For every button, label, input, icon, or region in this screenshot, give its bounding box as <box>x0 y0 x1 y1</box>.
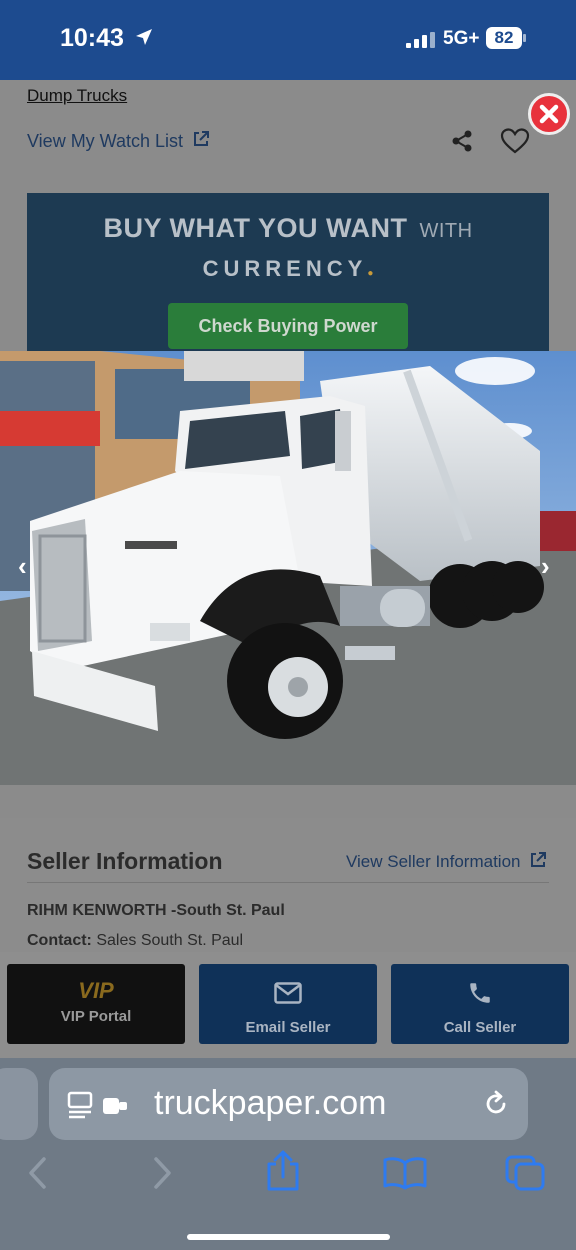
bookmarks-icon[interactable] <box>382 1156 428 1190</box>
watch-list-link[interactable]: View My Watch List <box>27 130 210 152</box>
close-icon <box>539 104 559 124</box>
page-menu-icon[interactable] <box>67 1090 131 1120</box>
banner-headline: BUY WHAT YOU WANT WITH <box>27 213 549 244</box>
forward-icon[interactable] <box>150 1156 174 1190</box>
url-text: truckpaper.com <box>154 1084 387 1122</box>
banner-with-text: WITH <box>419 220 473 242</box>
home-indicator <box>187 1234 390 1240</box>
photo-prev-arrow[interactable]: ‹ <box>18 551 27 582</box>
vip-portal-button[interactable]: VIP VIP Portal <box>7 964 185 1044</box>
check-buying-power-button[interactable]: Check Buying Power <box>168 303 408 349</box>
view-seller-info-label: View Seller Information <box>346 852 521 871</box>
contact-label: Contact: <box>27 932 92 949</box>
banner-headline-text: BUY WHAT YOU WANT <box>103 213 408 243</box>
clock: 10:43 <box>60 24 124 52</box>
address-bar[interactable]: truckpaper.com <box>49 1068 528 1140</box>
previous-tab-preview[interactable] <box>0 1068 38 1140</box>
email-seller-label: Email Seller <box>245 1019 331 1036</box>
back-icon[interactable] <box>26 1156 50 1190</box>
breadcrumb-dump-trucks[interactable]: Dump Trucks <box>27 86 127 106</box>
kenworth-dump-truck-image <box>0 351 576 785</box>
seller-information-section: Seller Information View Seller Informati… <box>0 818 576 953</box>
email-seller-button[interactable]: Email Seller <box>199 964 377 1044</box>
watch-list-label: View My Watch List <box>27 131 184 151</box>
vip-logo-icon: VIP <box>78 978 114 1003</box>
signal-bars-icon <box>406 32 435 48</box>
status-bar: 10:43 5G+ 82 <box>0 0 576 80</box>
tabs-icon[interactable] <box>504 1154 546 1192</box>
heart-icon[interactable] <box>500 127 530 155</box>
contact-value: Sales South St. Paul <box>96 932 244 949</box>
view-seller-info-link[interactable]: View Seller Information <box>346 851 547 872</box>
seller-contact: Contact: Sales South St. Paul <box>27 932 243 950</box>
photo-next-arrow[interactable]: › <box>541 551 550 582</box>
currency-logo: CURRENCY● <box>27 256 549 282</box>
external-link-icon <box>193 131 209 146</box>
browser-toolbar: truckpaper.com <box>0 1058 576 1250</box>
call-seller-button[interactable]: Call Seller <box>391 964 569 1044</box>
seller-action-bar: VIP VIP Portal Email Seller Call Seller <box>0 952 576 1058</box>
close-gallery-button[interactable] <box>528 93 570 135</box>
phone-icon <box>470 983 490 1003</box>
external-link-icon <box>531 852 547 867</box>
network-type: 5G+ <box>443 28 480 49</box>
envelope-icon <box>274 982 302 1004</box>
vip-portal-label: VIP Portal <box>60 1008 132 1025</box>
reload-icon[interactable] <box>482 1090 510 1118</box>
call-seller-label: Call Seller <box>443 1019 517 1036</box>
seller-name: RIHM KENWORTH -South St. Paul <box>27 902 285 919</box>
share-icon[interactable] <box>450 129 474 153</box>
location-arrow-icon <box>136 29 152 45</box>
seller-info-heading: Seller Information <box>27 848 223 874</box>
divider <box>27 882 549 883</box>
currency-banner-ad[interactable]: BUY WHAT YOU WANT WITH CURRENCY● Check Bu… <box>27 193 549 358</box>
currency-brand-text: CURRENCY <box>202 256 368 281</box>
battery-level: 82 <box>494 28 514 47</box>
currency-dot-icon: ● <box>367 268 374 279</box>
share-sheet-icon[interactable] <box>264 1150 302 1192</box>
truck-photo[interactable]: ‹ › <box>0 351 576 785</box>
